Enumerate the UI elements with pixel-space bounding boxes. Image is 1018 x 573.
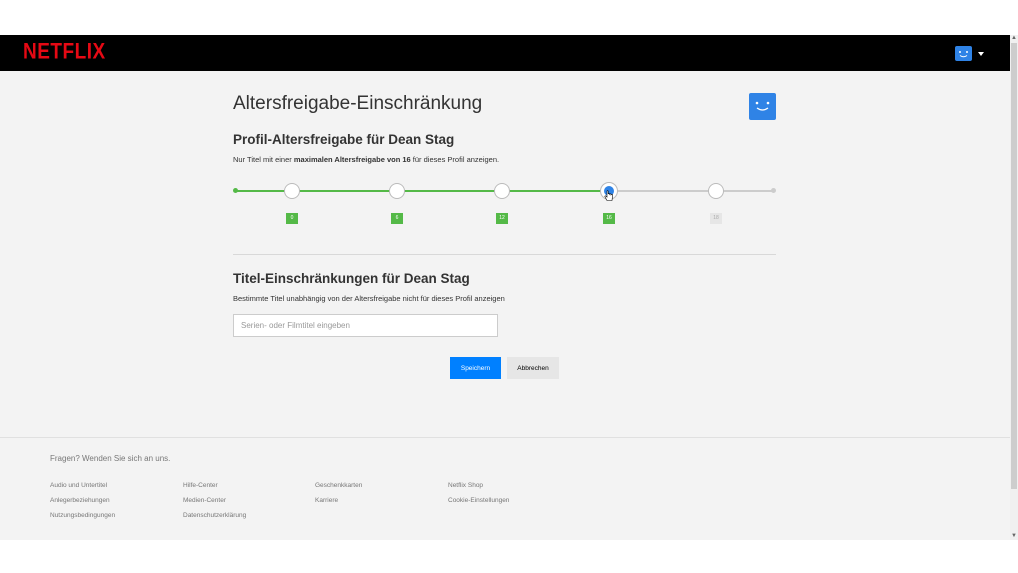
page-scrollbar[interactable]: ▲ ▼ [1010,35,1018,540]
rating-badge-0: 0 [286,213,298,224]
caret-down-icon[interactable] [978,51,984,56]
maturity-slider[interactable]: 0 6 12 16 18 [233,179,776,239]
footer-link-giftcards[interactable]: Geschenkkarten [315,482,448,489]
app-frame: NETFLIX Altersfreigabe-Einschränkung Pro… [0,35,1010,540]
rating-description: Nur Titel mit einer maximalen Altersfrei… [233,155,776,164]
slider-knob-12[interactable] [494,183,510,199]
rating-desc-text-end: für dieses Profil anzeigen. [410,155,500,164]
profile-avatar-icon[interactable] [955,46,972,61]
footer-link-privacy[interactable]: Datenschutzerklärung [183,512,315,519]
title-search-input[interactable] [233,314,498,337]
page-title: Altersfreigabe-Einschränkung [233,93,483,114]
rating-badge-12: 12 [496,213,508,224]
hand-pointer-icon [604,190,613,201]
footer: Fragen? Wenden Sie sich an uns. Audio un… [0,437,1010,540]
scroll-down-icon[interactable]: ▼ [1011,533,1017,540]
footer-links: Audio und Untertitel Hilfe-Center Gesche… [50,482,588,519]
slider-track-rest [608,190,773,192]
footer-link-audio[interactable]: Audio und Untertitel [50,482,183,489]
main-content: Altersfreigabe-Einschränkung Profil-Alte… [233,90,776,379]
netflix-logo[interactable]: NETFLIX [23,40,106,65]
profile-menu[interactable] [955,46,984,61]
slider-knob-6[interactable] [389,183,405,199]
slider-knob-18[interactable] [708,183,724,199]
rating-badge-18: 18 [710,213,722,224]
rating-badge-6: 6 [391,213,403,224]
cancel-button[interactable]: Abbrechen [507,357,559,379]
rating-badge-16: 16 [603,213,615,224]
section-divider [233,254,776,255]
profile-avatar-large-icon [749,93,776,120]
footer-link-terms[interactable]: Nutzungsbedingungen [50,512,183,519]
footer-contact-link[interactable]: Fragen? Wenden Sie sich an uns. [50,454,170,463]
footer-link-cookies[interactable]: Cookie-Einstellungen [448,497,588,504]
rating-desc-text: Nur Titel mit einer [233,155,294,164]
footer-link-investors[interactable]: Anlegerbeziehungen [50,497,183,504]
scroll-up-icon[interactable]: ▲ [1011,35,1017,42]
footer-link-shop[interactable]: Netflix Shop [448,482,588,489]
save-button[interactable]: Speichern [450,357,501,379]
slider-end-dot [771,188,776,193]
scrollbar-thumb[interactable] [1011,43,1017,489]
top-navbar: NETFLIX [0,35,1010,71]
rating-desc-bold: maximalen Altersfreigabe von 16 [293,155,411,164]
footer-link-media[interactable]: Medien-Center [183,497,315,504]
rating-section-title: Profil-Altersfreigabe für Dean Stag [233,132,455,147]
restrictions-description: Bestimmte Titel unabhängig von der Alter… [233,294,505,303]
action-buttons: Speichern Abbrechen [233,357,776,379]
restrictions-section-title: Titel-Einschränkungen für Dean Stag [233,271,470,286]
slider-knob-0[interactable] [284,183,300,199]
footer-link-help[interactable]: Hilfe-Center [183,482,315,489]
footer-link-jobs[interactable]: Karriere [315,497,448,504]
